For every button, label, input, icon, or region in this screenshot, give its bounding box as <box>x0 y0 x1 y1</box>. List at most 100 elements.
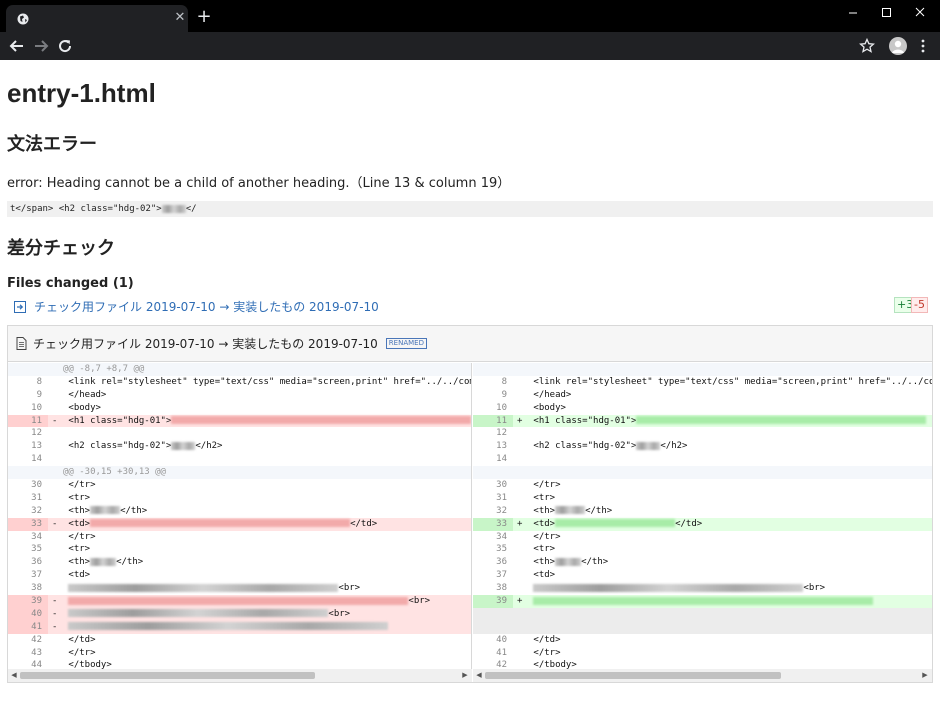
line-number: 44 <box>31 660 42 669</box>
redacted-text <box>68 622 389 631</box>
line-code: <body> <box>63 402 101 413</box>
line-code: </head> <box>528 389 572 400</box>
diff-line-row: 9 </head> <box>8 389 471 402</box>
redacted-text <box>555 506 586 515</box>
forward-arrow-icon[interactable] <box>32 37 50 55</box>
change-marker: + <box>517 518 523 529</box>
diff-line-row: 30 </tr> <box>473 479 932 492</box>
line-code: <link rel="stylesheet" type="text/css" m… <box>63 376 472 387</box>
file-link-text[interactable]: チェック用ファイル 2019-07-10 → 実装したもの 2019-07-10 <box>34 298 379 315</box>
error-message: error: Heading cannot be a child of anot… <box>7 176 511 191</box>
line-code-tail: </h2> <box>660 441 688 452</box>
line-number: 11 <box>473 414 513 428</box>
line-code: <th> </th> <box>63 557 144 568</box>
line-number: 8 <box>501 376 507 387</box>
line-code: <th> </th> <box>528 557 609 568</box>
line-number: 37 <box>31 570 42 581</box>
redacted-text <box>636 416 927 425</box>
line-number: 33 <box>473 517 513 531</box>
line-code: <td> <box>63 570 91 581</box>
diff-line-row: 13 <h2 class="hdg-02"> </h2> <box>8 440 471 453</box>
diff-line-row: 44 </tbody> <box>8 659 471 669</box>
diff-line-row: 39 + <box>473 595 932 608</box>
line-code: <link rel="stylesheet" type="text/css" m… <box>528 376 932 387</box>
right-horizontal-scrollbar[interactable]: ◀ ▶ <box>473 669 932 682</box>
diff-line-row: 36 <th> </th> <box>473 556 932 569</box>
line-number: 10 <box>31 402 42 413</box>
diff-line-row: 30 </tr> <box>8 479 471 492</box>
line-number: 32 <box>31 505 42 516</box>
diff-line-row: 11 + <h1 class="hdg-01"> <box>473 414 932 428</box>
line-number <box>473 363 513 376</box>
line-number: 13 <box>31 441 42 452</box>
line-number: 41 <box>8 620 48 634</box>
diff-file-name: チェック用ファイル 2019-07-10 → 実装したもの 2019-07-10 <box>33 337 378 351</box>
scroll-right-arrow-icon[interactable]: ▶ <box>461 671 469 680</box>
line-number: 40 <box>8 607 48 621</box>
scroll-right-arrow-icon[interactable]: ▶ <box>921 671 929 680</box>
change-marker: + <box>517 596 523 607</box>
line-code: </tr> <box>528 647 561 658</box>
diff-line-row: 40 </td> <box>473 634 932 647</box>
line-code-tail: <br> <box>408 596 431 607</box>
browser-tab[interactable]: ✕ <box>6 5 188 32</box>
line-code: <br> <box>528 582 825 595</box>
line-code: <br> <box>63 582 360 595</box>
diff-pane-left[interactable]: @@ -8,7 +8,7 @@ 8 <link rel="stylesheet" … <box>8 363 472 669</box>
line-code: @@ -8,7 +8,7 @@ <box>63 364 145 374</box>
scrollbar-thumb[interactable] <box>20 672 315 679</box>
change-marker: + <box>517 415 523 426</box>
line-code: <tr> <box>63 544 91 555</box>
file-link[interactable]: チェック用ファイル 2019-07-10 → 実装したもの 2019-07-10 <box>14 298 379 315</box>
diff-line-row: 38 <br> <box>8 582 471 595</box>
redacted-text <box>90 519 351 528</box>
redacted-text <box>171 416 471 425</box>
diff-line-row <box>473 620 932 634</box>
line-code: </tr> <box>528 480 561 491</box>
bookmark-star-icon[interactable] <box>858 37 876 55</box>
diff-pane-right[interactable]: 8 <link rel="stylesheet" type="text/css"… <box>473 363 932 669</box>
diff-line-row: 32 <th> </th> <box>473 505 932 518</box>
line-code: <td> </td> <box>528 518 703 529</box>
change-marker: - <box>52 608 58 619</box>
minimize-icon[interactable] <box>841 3 865 21</box>
menu-kebab-icon[interactable] <box>916 37 930 55</box>
line-code: <th> </th> <box>528 505 613 516</box>
maximize-icon[interactable] <box>874 3 898 21</box>
new-tab-button[interactable]: + <box>196 8 212 26</box>
line-number: 12 <box>31 428 42 439</box>
profile-avatar[interactable] <box>889 37 907 55</box>
diff-panel: チェック用ファイル 2019-07-10 → 実装したもの 2019-07-10… <box>7 325 933 683</box>
reload-icon[interactable] <box>56 37 74 55</box>
diff-line-row: 31 <tr> <box>473 492 932 505</box>
scrollbar-thumb[interactable] <box>485 672 781 679</box>
back-arrow-icon[interactable] <box>8 37 26 55</box>
scroll-left-arrow-icon[interactable]: ◀ <box>475 671 483 680</box>
line-number: 32 <box>496 505 507 516</box>
redacted-text <box>68 583 339 592</box>
diff-line-row: 41 </tr> <box>473 647 932 660</box>
line-number: 41 <box>496 647 507 658</box>
scroll-left-arrow-icon[interactable]: ◀ <box>10 671 18 680</box>
close-window-icon[interactable] <box>908 3 932 21</box>
line-code: <br> <box>63 595 430 608</box>
left-horizontal-scrollbar[interactable]: ◀ ▶ <box>8 669 472 682</box>
diff-line-row: 42 </tbody> <box>473 659 932 669</box>
line-code-tail: <br> <box>328 608 351 619</box>
diff-line-row: 37 <td> <box>8 569 471 582</box>
redacted-text <box>68 609 329 618</box>
line-number: 35 <box>496 544 507 555</box>
line-code: <tr> <box>63 492 91 503</box>
line-code: @@ -30,15 +30,13 @@ <box>63 467 166 478</box>
change-marker: - <box>52 596 58 607</box>
snippet-before: t</span> <h2 class="hdg-02"> <box>10 204 162 214</box>
diff-line-row: 33- <td> </td> <box>8 517 471 531</box>
diff-line-row: 36 <th> </th> <box>8 556 471 569</box>
change-marker: - <box>52 621 58 632</box>
close-tab-icon[interactable]: ✕ <box>172 10 188 26</box>
hunk-header-row <box>473 363 932 376</box>
line-number <box>8 466 48 479</box>
line-number: 43 <box>31 647 42 658</box>
